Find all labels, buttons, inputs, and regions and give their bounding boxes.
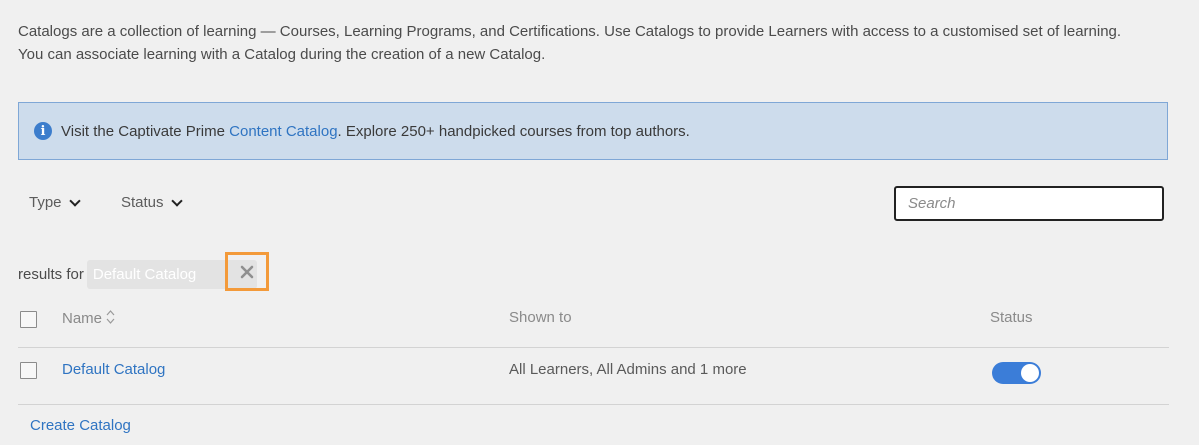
catalog-name-link[interactable]: Default Catalog	[62, 361, 165, 378]
chevron-down-icon	[170, 194, 183, 207]
row-divider	[18, 404, 1169, 405]
chevron-down-icon	[68, 194, 81, 207]
close-icon	[240, 265, 254, 278]
results-filter-row: results for Default Catalog	[18, 252, 269, 291]
toggle-knob	[1021, 364, 1039, 382]
create-catalog-link[interactable]: Create Catalog	[30, 417, 131, 434]
search-input[interactable]	[894, 186, 1164, 221]
intro-line-1: Catalogs are a collection of learning — …	[18, 23, 1122, 40]
info-banner: i Visit the Captivate Prime Content Cata…	[18, 102, 1168, 160]
content-catalog-link[interactable]: Content Catalog	[229, 123, 337, 140]
select-all-checkbox[interactable]	[20, 311, 37, 328]
intro-line-2: You can associate learning with a Catalo…	[18, 46, 546, 63]
clear-search-button[interactable]	[224, 252, 269, 291]
type-filter-dropdown[interactable]: Type	[29, 194, 81, 211]
status-filter-label: Status	[121, 194, 164, 211]
name-column-header[interactable]: Name	[62, 309, 115, 329]
catalog-shown-to: All Learners, All Admins and 1 more	[509, 361, 747, 378]
shown-to-column-header: Shown to	[509, 309, 572, 326]
status-column-header: Status	[990, 309, 1033, 326]
results-for-label: results for	[18, 266, 84, 283]
row-checkbox[interactable]	[20, 362, 37, 379]
type-filter-label: Type	[29, 194, 62, 211]
catalog-status-toggle[interactable]	[992, 362, 1041, 384]
sort-icon	[106, 309, 115, 329]
banner-prefix: Visit the Captivate Prime	[61, 122, 230, 140]
search-term-chip: Default Catalog	[86, 252, 269, 291]
catalogs-page: Catalogs are a collection of learning — …	[0, 0, 1199, 445]
name-column-label: Name	[62, 309, 103, 327]
banner-suffix: . Explore 250+ handpicked courses from t…	[337, 122, 690, 140]
header-divider	[18, 347, 1169, 348]
info-icon: i	[34, 122, 52, 140]
search-term-chip-text: Default Catalog	[92, 266, 197, 283]
intro-text: Catalogs are a collection of learning — …	[18, 20, 1188, 66]
status-filter-dropdown[interactable]: Status	[121, 194, 183, 211]
